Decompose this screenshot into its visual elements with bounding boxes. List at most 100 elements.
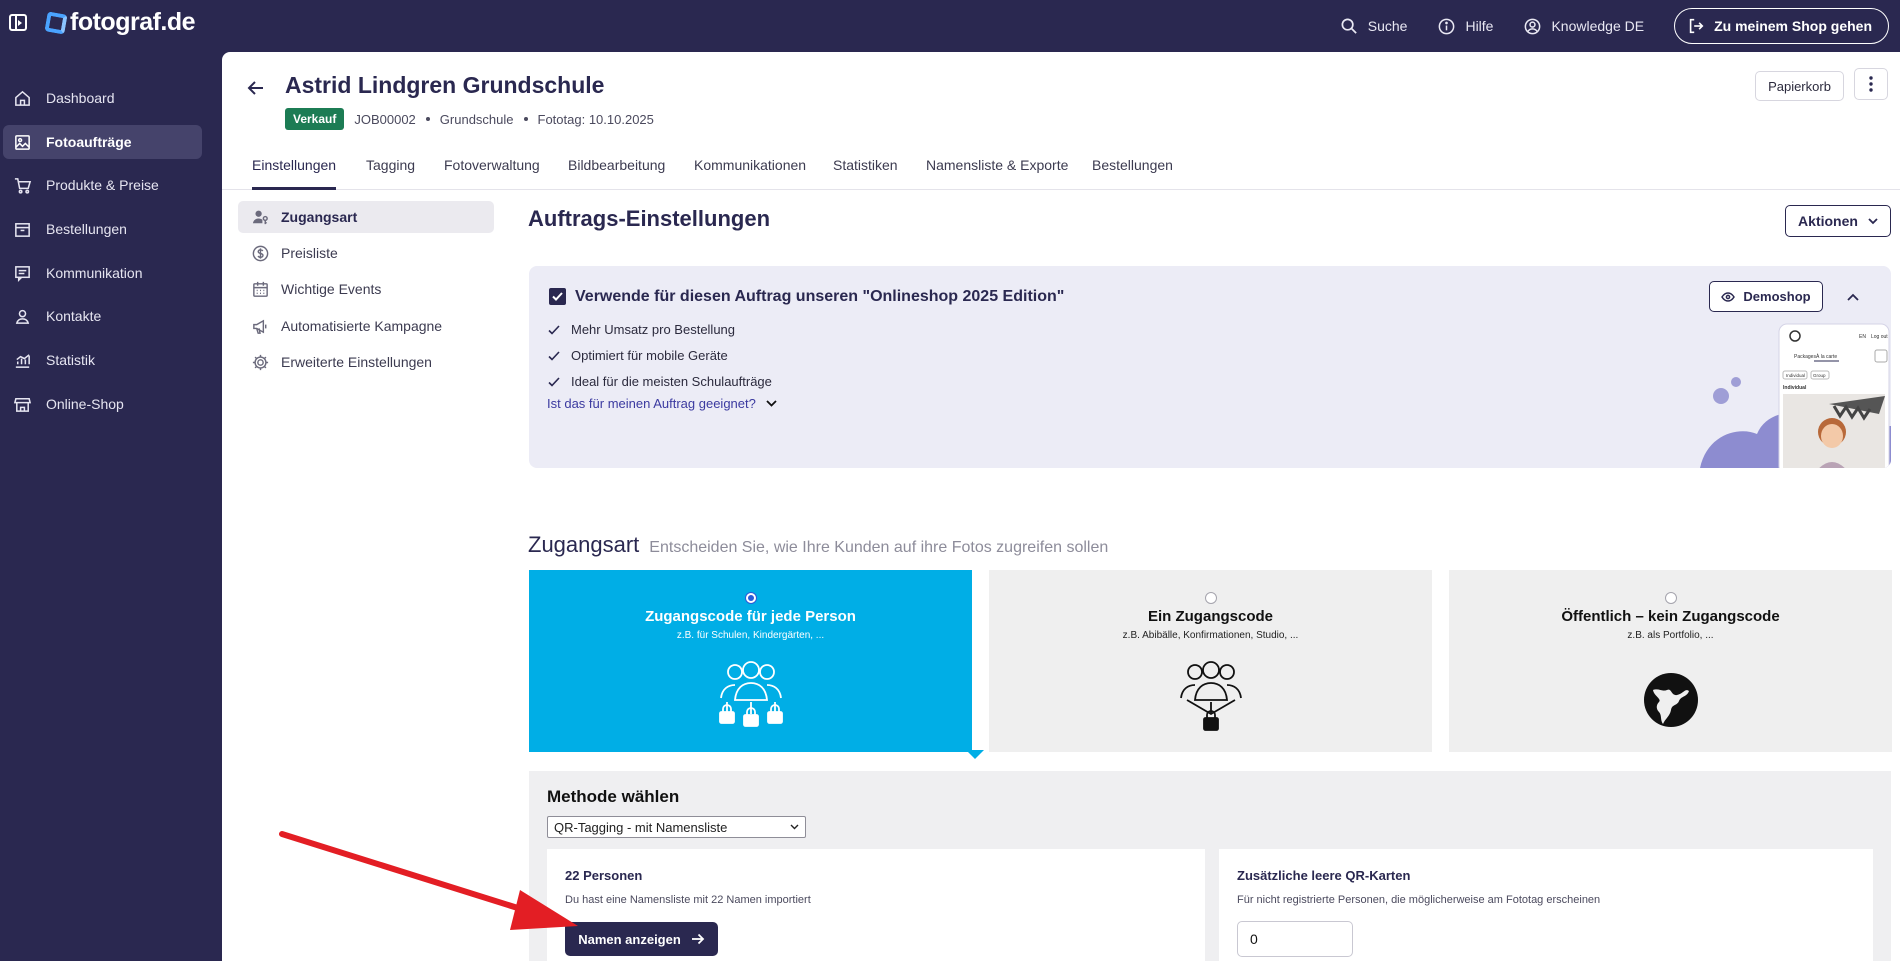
- feature-item: Optimiert für mobile Geräte: [547, 348, 728, 363]
- separator-dot: [425, 117, 430, 121]
- tab-kommunikationen[interactable]: Kommunikationen: [694, 155, 806, 190]
- method-panel: Methode wählen QR-Tagging - mit Namensli…: [529, 771, 1891, 961]
- qr-cards-input[interactable]: 0: [1237, 921, 1353, 957]
- mock-language: EN: [1859, 334, 1866, 340]
- mock-tab-a-la-carte: À la carte: [1816, 353, 1837, 360]
- subnav-wichtige-events[interactable]: Wichtige Events: [238, 273, 494, 305]
- mock-tab-packages: Packages: [1794, 354, 1816, 360]
- onlineshop-promo-panel: Verwende für diesen Auftrag unseren "Onl…: [529, 266, 1891, 468]
- orders-icon: [15, 222, 30, 237]
- eye-icon: [1721, 291, 1736, 302]
- knowledge-link[interactable]: Knowledge DE: [1523, 17, 1644, 36]
- sidebar-item-online-shop[interactable]: Online-Shop: [3, 387, 202, 421]
- persons-title: 22 Personen: [565, 868, 643, 883]
- tab-tagging[interactable]: Tagging: [366, 155, 415, 190]
- access-option-code-per-person[interactable]: Zugangscode für jede Person z.B. für Sch…: [529, 570, 972, 752]
- dollar-icon: [252, 245, 269, 261]
- mock-chip-individual: Individual: [1786, 373, 1805, 378]
- onlineshop-checkbox[interactable]: [549, 288, 566, 305]
- megaphone-icon: [253, 319, 267, 334]
- logo[interactable]: fotograf.de: [44, 8, 196, 37]
- info-icon: [1439, 18, 1455, 34]
- access-option-single-code[interactable]: Ein Zugangscode z.B. Abibälle, Konfirmat…: [989, 570, 1432, 752]
- subnav-preisliste[interactable]: Preisliste: [238, 237, 494, 269]
- show-names-button[interactable]: Namen anzeigen: [565, 922, 718, 956]
- calendar-icon: [253, 281, 268, 297]
- sidebar-item-kontakte[interactable]: Kontakte: [3, 299, 202, 333]
- message-icon: [15, 265, 30, 282]
- tab-bildbearbeitung[interactable]: Bildbearbeitung: [568, 155, 665, 190]
- selected-card-pointer: [966, 750, 984, 759]
- sidebar-toggle-icon[interactable]: [9, 14, 27, 31]
- access-option-public[interactable]: Öffentlich – kein Zugangscode z.B. als P…: [1449, 570, 1892, 752]
- check-icon: [548, 376, 560, 387]
- tab-einstellungen[interactable]: Einstellungen: [252, 155, 337, 190]
- sidebar-item-statistik[interactable]: Statistik: [3, 343, 202, 377]
- mock-chip-group: Group: [1813, 373, 1826, 378]
- chevron-down-icon: [1868, 217, 1878, 224]
- more-options-button[interactable]: [1854, 68, 1888, 100]
- sidebar-item-fotoauftraege[interactable]: Fotoaufträge: [3, 125, 202, 159]
- globe-public-icon: [1643, 673, 1698, 727]
- user-key-icon: [252, 210, 268, 224]
- logo-mark-icon: [44, 10, 68, 35]
- access-title: Zugangsart: [528, 532, 640, 557]
- chart-icon: [15, 353, 30, 368]
- job-meta: Verkauf JOB00002 Grundschule Fototag: 10…: [285, 108, 654, 130]
- suitability-link[interactable]: Ist das für meinen Auftrag geeignet?: [547, 396, 777, 411]
- tab-bar: Einstellungen Tagging Fotoverwaltung Bil…: [222, 155, 1900, 190]
- sidebar-item-kommunikation[interactable]: Kommunikation: [3, 256, 202, 290]
- sidebar-item-produkte-preise[interactable]: Produkte & Preise: [3, 168, 202, 202]
- group-multi-lock-icon: [718, 661, 783, 727]
- sidebar: Dashboard Fotoaufträge Produkte & Preise…: [0, 52, 222, 961]
- search-link[interactable]: Suche: [1340, 17, 1407, 36]
- qr-cards-box: Zusätzliche leere QR-Karten Für nicht re…: [1219, 849, 1873, 961]
- cart-icon: [14, 177, 32, 194]
- photo-day: Fototag: 10.10.2025: [537, 111, 654, 127]
- job-type: Grundschule: [439, 111, 514, 127]
- sidebar-item-bestellungen[interactable]: Bestellungen: [3, 212, 202, 246]
- access-subtitle: Entscheiden Sie, wie Ihre Kunden auf ihr…: [649, 539, 1109, 556]
- promo-title: Verwende für diesen Auftrag unseren "Onl…: [575, 288, 1065, 305]
- subnav-zugangsart[interactable]: Zugangsart: [238, 201, 494, 233]
- trash-button[interactable]: Papierkorb: [1755, 71, 1844, 101]
- sidebar-item-dashboard[interactable]: Dashboard: [3, 81, 202, 115]
- subnav-erweiterte-einstellungen[interactable]: Erweiterte Einstellungen: [238, 346, 494, 378]
- actions-dropdown[interactable]: Aktionen: [1785, 205, 1891, 237]
- radio-unselected[interactable]: [1664, 592, 1677, 604]
- check-icon: [548, 324, 560, 335]
- radio-selected[interactable]: [744, 592, 757, 604]
- checkmark-icon: [552, 292, 563, 301]
- shop-preview-illustration: EN Log out Packages À la carte Individua…: [1700, 323, 1891, 468]
- go-to-shop-button[interactable]: Zu meinem Shop gehen: [1674, 8, 1889, 44]
- tab-statistiken[interactable]: Statistiken: [833, 155, 898, 190]
- back-arrow-icon[interactable]: [246, 78, 266, 98]
- separator-dot: [523, 117, 528, 121]
- demoshop-button[interactable]: Demoshop: [1709, 281, 1823, 312]
- main-panel: Astrid Lindgren Grundschule Verkauf JOB0…: [222, 52, 1900, 961]
- feature-item: Mehr Umsatz pro Bestellung: [547, 322, 735, 337]
- method-select[interactable]: QR-Tagging - mit Namensliste: [547, 816, 806, 838]
- collapse-chevron-icon[interactable]: [1846, 290, 1860, 304]
- chevron-down-icon: [766, 400, 777, 407]
- subnav-automatisierte-kampagne[interactable]: Automatisierte Kampagne: [238, 310, 494, 342]
- top-bar: fotograf.de Suche Hilfe Knowledge DE Zu …: [0, 0, 1900, 52]
- logo-text: fotograf.de: [70, 8, 196, 36]
- gear-icon: [252, 354, 269, 370]
- radio-unselected[interactable]: [1204, 592, 1217, 604]
- chevron-down-icon: [790, 824, 799, 830]
- user-circle-icon: [1525, 18, 1541, 34]
- image-icon: [15, 134, 30, 150]
- qr-cards-description: Für nicht registrierte Personen, die mög…: [1237, 894, 1601, 906]
- tab-bestellungen[interactable]: Bestellungen: [1092, 155, 1173, 190]
- store-icon: [13, 397, 32, 412]
- method-title: Methode wählen: [547, 787, 680, 806]
- arrow-right-icon: [691, 933, 705, 945]
- settings-title: Auftrags-Einstellungen: [528, 206, 771, 231]
- tab-namensliste-exporte[interactable]: Namensliste & Exporte: [926, 155, 1068, 190]
- persons-box: 22 Personen Du hast eine Namensliste mit…: [547, 849, 1205, 961]
- feature-item: Ideal für die meisten Schulaufträge: [547, 374, 772, 389]
- person-icon: [15, 309, 30, 324]
- tab-fotoverwaltung[interactable]: Fotoverwaltung: [444, 155, 540, 190]
- help-link[interactable]: Hilfe: [1437, 17, 1493, 36]
